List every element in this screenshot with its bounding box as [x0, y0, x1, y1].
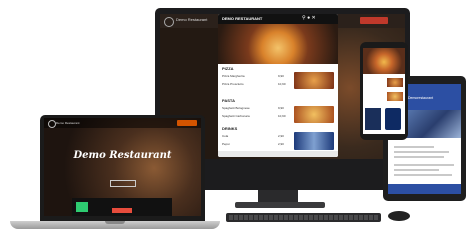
menu-item-price: 2,90: [278, 142, 284, 146]
phone-thumbnail: [387, 78, 403, 87]
laptop-brand: Demo Restaurant: [56, 121, 80, 125]
drink-bottle-image: [365, 108, 381, 130]
hero-title: Demo Restaurant: [73, 150, 172, 161]
drinks-thumbnail: [294, 132, 334, 150]
pasta-thumbnail: [294, 106, 334, 123]
phone-thumbnail: [387, 92, 403, 101]
modal-footer: [218, 151, 338, 157]
hero-button[interactable]: [110, 180, 136, 187]
reserve-button[interactable]: [360, 17, 388, 24]
menu-item[interactable]: Pizza Margherita: [222, 74, 245, 78]
laptop-notch: [105, 221, 125, 224]
globe-icon[interactable]: ●: [307, 15, 310, 21]
imac-base: [235, 202, 325, 208]
tablet-brand: Demorestaurant: [408, 96, 434, 100]
pizza-thumbnail: [294, 72, 334, 89]
order-button[interactable]: [177, 120, 197, 126]
pizza-hero-image: [218, 24, 338, 64]
imac-stand: [258, 190, 298, 202]
promo-button[interactable]: [112, 208, 132, 213]
section-pasta: PASTA: [222, 98, 235, 103]
section-pizza: PIZZA: [222, 66, 234, 71]
promo-banner: [72, 198, 172, 216]
menu-item[interactable]: Pepsi: [222, 142, 230, 146]
text-line: [394, 156, 444, 158]
search-icon[interactable]: ⚲: [302, 15, 306, 21]
close-icon[interactable]: ✕: [311, 15, 315, 21]
text-line: [394, 174, 452, 176]
menu-item-price: 9,90: [278, 106, 284, 110]
text-line: [394, 164, 454, 166]
laptop-navbar: Demo Restaurant: [44, 118, 201, 128]
text-line: [394, 151, 449, 153]
restaurant-logo-icon: [48, 120, 56, 128]
menu-item-price: 10,90: [278, 114, 286, 118]
phone-screen: [363, 48, 405, 134]
promo-badge: [76, 202, 88, 212]
mouse: [388, 211, 410, 221]
menu-item[interactable]: Pizza Prosciutto: [222, 82, 244, 86]
modal-header: DEMO RESTAURANT ⚲ ● ✕: [218, 14, 338, 24]
menu-item-price: 9,90: [278, 74, 284, 78]
tablet-footer: [388, 184, 461, 194]
restaurant-logo-icon: [164, 17, 174, 27]
menu-item[interactable]: Spaghetti Carbonara: [222, 114, 250, 118]
modal-header-icons: ⚲ ● ✕: [302, 15, 316, 21]
imac-brand: Demo Restaurant: [176, 17, 208, 22]
laptop-screen: Demo Restaurant Demo Restaurant: [44, 118, 201, 216]
phone-hero-image: [363, 48, 405, 74]
modal-title: DEMO RESTAURANT: [222, 16, 263, 21]
menu-item-price: 10,90: [278, 82, 286, 86]
text-line: [394, 169, 439, 171]
menu-item-price: 2,90: [278, 134, 284, 138]
text-line: [394, 146, 434, 148]
keyboard-keys: [229, 215, 378, 220]
menu-modal: DEMO RESTAURANT ⚲ ● ✕ PIZZA Pizza Marghe…: [218, 14, 338, 157]
section-drinks: DRINKS: [222, 126, 238, 131]
pepsi-can-image: [385, 108, 401, 130]
menu-item[interactable]: Spaghetti Bolognese: [222, 106, 250, 110]
menu-item[interactable]: Cola: [222, 134, 228, 138]
